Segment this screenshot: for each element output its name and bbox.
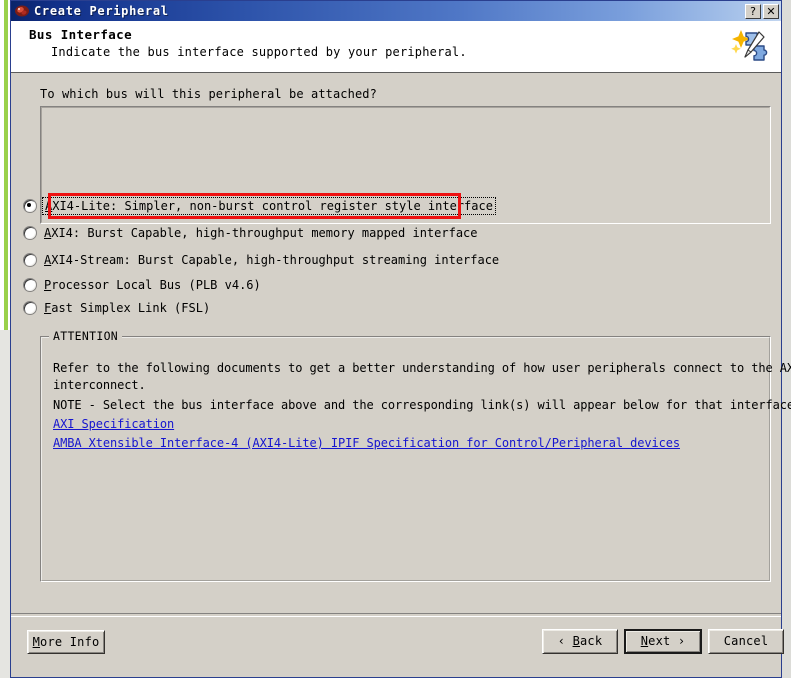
footer-separator [11,613,781,617]
attention-legend: ATTENTION [49,329,123,343]
radio-option-axi4-stream[interactable]: AXI4-Stream: Burst Capable, high-through… [23,252,499,268]
back-button[interactable]: ‹ Back [542,629,618,654]
create-peripheral-dialog: Create Peripheral ? ✕ Bus Interface Indi… [10,0,791,678]
radio-circle-axi4-stream[interactable] [23,253,37,267]
close-button[interactable]: ✕ [763,3,779,19]
peripheral-wizard-icon [14,3,30,19]
window-title: Create Peripheral [34,4,169,18]
help-button[interactable]: ? [745,3,761,19]
radio-label-plb: Processor Local Bus (PLB v4.6) [44,278,261,292]
radio-option-axi4[interactable]: AXI4: Burst Capable, high-throughput mem… [23,225,478,241]
radio-label-fsl: Fast Simplex Link (FSL) [44,301,211,315]
desktop-right-content [782,0,791,678]
page-title: Bus Interface [29,27,133,42]
attention-line-1: Refer to the following documents to get … [53,361,791,375]
attention-note-line: NOTE - Select the bus interface above an… [53,398,791,412]
cancel-button[interactable]: Cancel [708,629,784,654]
link-axi-specification[interactable]: AXI Specification [53,417,174,431]
wizard-header: Bus Interface Indicate the bus interface… [11,21,781,73]
radio-circle-axi4[interactable] [23,226,37,240]
radio-option-axi4-lite[interactable]: AXI4-Lite: Simpler, non-burst control re… [23,197,496,215]
desktop-green-band [4,0,8,330]
puzzle-piece-wand-icon [729,26,773,68]
screen: Create Peripheral ? ✕ Bus Interface Indi… [0,0,791,678]
radio-label-axi4-lite: AXI4-Lite: Simpler, non-burst control re… [42,197,496,215]
next-button[interactable]: Next › [624,629,702,654]
more-info-button[interactable]: More Info [27,630,105,654]
radio-circle-fsl[interactable] [23,301,37,315]
radio-circle-plb[interactable] [23,278,37,292]
radio-option-fsl[interactable]: Fast Simplex Link (FSL) [23,300,210,316]
dialog-body: To which bus will this peripheral be att… [11,73,791,677]
radio-label-axi4: AXI4: Burst Capable, high-throughput mem… [44,226,478,240]
link-amba-ipif-specification[interactable]: AMBA Xtensible Interface-4 (AXI4-Lite) I… [53,436,680,450]
radio-label-axi4-stream: AXI4-Stream: Burst Capable, high-through… [44,253,500,267]
desktop-left-content [0,330,10,678]
radio-circle-axi4-lite[interactable] [23,199,37,213]
title-bar[interactable]: Create Peripheral ? ✕ [11,1,781,21]
bus-question-label: To which bus will this peripheral be att… [40,87,377,101]
radio-option-plb[interactable]: Processor Local Bus (PLB v4.6) [23,277,261,293]
attention-line-2: interconnect. [53,378,146,392]
page-subtitle: Indicate the bus interface supported by … [51,45,467,59]
